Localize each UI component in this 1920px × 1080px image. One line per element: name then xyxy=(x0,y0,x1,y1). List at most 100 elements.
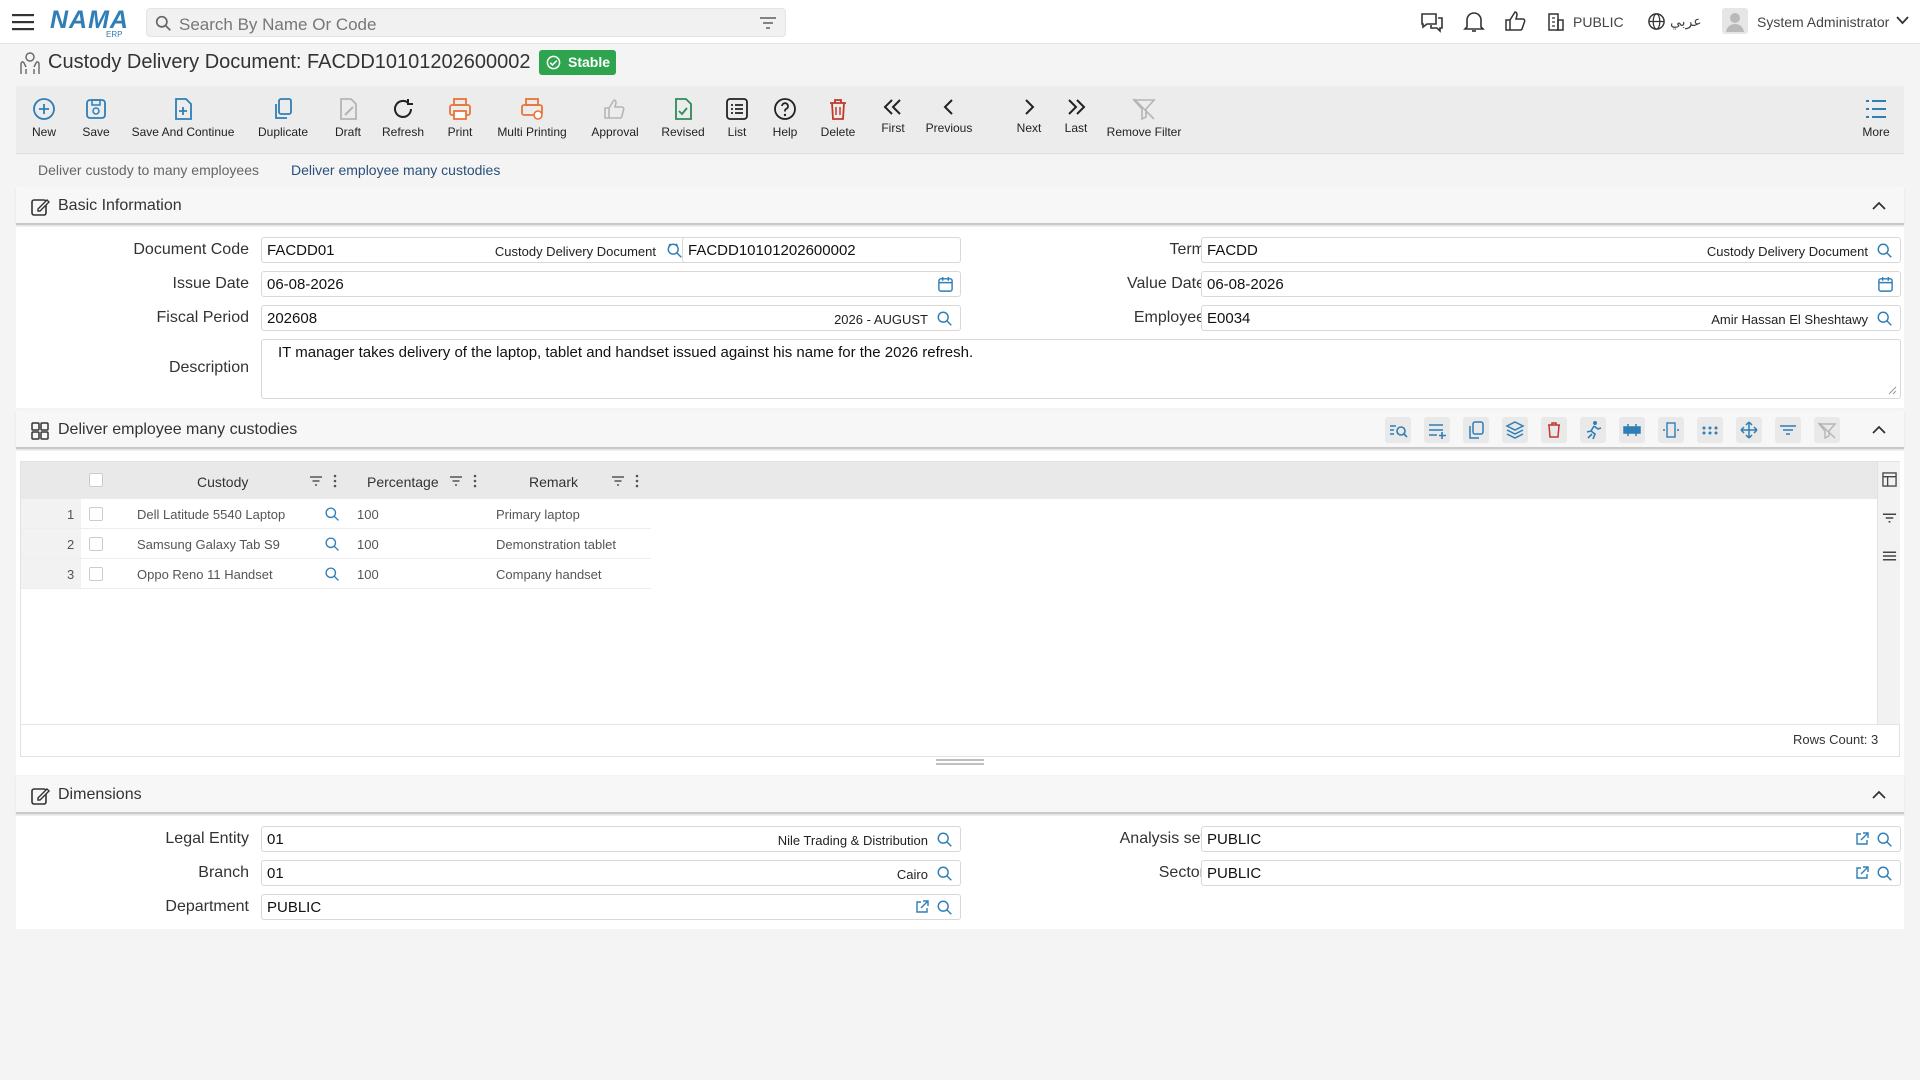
org-label[interactable]: PUBLIC xyxy=(1573,14,1624,30)
filters-panel-icon[interactable] xyxy=(1882,512,1897,524)
tab-deliver-custody-many-employees[interactable]: Deliver custody to many employees xyxy=(38,162,259,178)
add-row-icon[interactable] xyxy=(1423,416,1451,444)
help-button[interactable]: Help xyxy=(770,86,800,154)
list-button[interactable]: List xyxy=(722,86,752,154)
run-icon[interactable] xyxy=(1579,416,1607,444)
external-link-icon[interactable] xyxy=(1854,865,1870,881)
table-row[interactable]: 3 Oppo Reno 11 Handset 100 Company hands… xyxy=(21,559,651,589)
lookup-search-icon[interactable] xyxy=(936,865,954,883)
column-filter-icon[interactable] xyxy=(309,475,323,487)
percentage-cell[interactable]: 100 xyxy=(357,567,379,582)
column-filter-icon[interactable] xyxy=(449,475,463,487)
language-switch[interactable]: عربي xyxy=(1670,13,1702,30)
lookup-search-icon[interactable] xyxy=(936,831,954,849)
chevron-up-icon[interactable] xyxy=(1872,790,1886,799)
department-field[interactable]: PUBLIC xyxy=(261,894,961,920)
merge-cells-icon[interactable] xyxy=(1618,416,1646,444)
duplicate-button[interactable]: Duplicate xyxy=(254,86,312,154)
lookup-search-icon[interactable] xyxy=(936,310,954,328)
lookup-search-icon[interactable] xyxy=(1876,310,1894,328)
select-all-checkbox[interactable] xyxy=(89,473,103,487)
copy-row-icon[interactable] xyxy=(1462,416,1490,444)
column-header-custody[interactable]: Custody xyxy=(197,474,248,490)
move-icon[interactable] xyxy=(1735,416,1763,444)
thumbs-up-icon[interactable] xyxy=(1504,10,1526,32)
external-link-icon[interactable] xyxy=(914,899,930,915)
percentage-cell[interactable]: 100 xyxy=(357,507,379,522)
fiscal-period-field[interactable]: 202608 2026 - AUGUST xyxy=(261,305,961,331)
lookup-search-icon[interactable] xyxy=(1876,242,1894,260)
app-logo[interactable]: NAMA ERP xyxy=(48,4,134,40)
previous-button[interactable]: Previous xyxy=(924,86,974,154)
grid-search-icon[interactable] xyxy=(1384,416,1412,444)
custodies-grid-header[interactable]: Deliver employee many custodies xyxy=(16,411,1904,449)
print-button[interactable]: Print xyxy=(440,86,480,154)
dots-grid-icon[interactable] xyxy=(1696,416,1724,444)
row-checkbox[interactable] xyxy=(89,567,103,581)
lookup-search-icon[interactable] xyxy=(324,566,341,583)
tab-deliver-employee-many-custodies[interactable]: Deliver employee many custodies xyxy=(291,162,501,189)
column-header-remark[interactable]: Remark xyxy=(529,474,578,490)
user-name[interactable]: System Administrator xyxy=(1757,14,1889,30)
remark-cell[interactable]: Demonstration tablet xyxy=(496,537,616,552)
document-code-field[interactable]: FACDD01 Custody Delivery Document xyxy=(261,237,691,263)
columns-panel-icon[interactable] xyxy=(1882,472,1897,487)
column-menu-icon[interactable] xyxy=(333,474,337,488)
first-button[interactable]: First xyxy=(878,86,908,154)
avatar[interactable] xyxy=(1722,8,1748,34)
calendar-icon[interactable] xyxy=(937,276,954,293)
last-button[interactable]: Last xyxy=(1060,86,1092,154)
sector-field[interactable]: PUBLIC xyxy=(1201,860,1901,886)
clear-filter-icon[interactable] xyxy=(1813,416,1841,444)
chevron-up-icon[interactable] xyxy=(1872,201,1886,210)
employee-field[interactable]: E0034 Amir Hassan El Sheshtawy xyxy=(1201,305,1901,331)
save-button[interactable]: Save xyxy=(76,86,116,154)
grid-filter-icon[interactable] xyxy=(1774,416,1802,444)
percentage-cell[interactable]: 100 xyxy=(357,537,379,552)
next-button[interactable]: Next xyxy=(1012,86,1046,154)
custody-cell[interactable]: Samsung Galaxy Tab S9 xyxy=(137,537,280,552)
search-input[interactable]: Search By Name Or Code xyxy=(146,8,786,37)
remove-filter-button[interactable]: Remove Filter xyxy=(1094,86,1194,154)
legal-entity-field[interactable]: 01 Nile Trading & Distribution xyxy=(261,826,961,852)
refresh-button[interactable]: Refresh xyxy=(378,86,428,154)
chat-icon[interactable] xyxy=(1420,11,1444,33)
resize-grip-icon[interactable] xyxy=(936,759,984,766)
row-checkbox[interactable] xyxy=(89,537,103,551)
branch-field[interactable]: 01 Cairo xyxy=(261,860,961,886)
column-filter-icon[interactable] xyxy=(611,475,625,487)
term-field[interactable]: FACDD Custody Delivery Document xyxy=(1201,237,1901,263)
filter-icon[interactable] xyxy=(759,16,777,31)
issue-date-field[interactable]: 06-08-2026 xyxy=(261,271,961,297)
row-checkbox[interactable] xyxy=(89,507,103,521)
remark-cell[interactable]: Primary laptop xyxy=(496,507,580,522)
layers-icon[interactable] xyxy=(1501,416,1529,444)
lookup-search-icon[interactable] xyxy=(324,536,341,553)
multi-printing-button[interactable]: Multi Printing xyxy=(492,86,572,154)
column-menu-icon[interactable] xyxy=(473,474,477,488)
delete-row-icon[interactable] xyxy=(1540,416,1568,444)
remark-cell[interactable]: Company handset xyxy=(496,567,602,582)
draft-button[interactable]: Draft xyxy=(328,86,368,154)
custody-cell[interactable]: Dell Latitude 5540 Laptop xyxy=(137,507,285,522)
rows-panel-icon[interactable] xyxy=(1882,550,1897,562)
calendar-icon[interactable] xyxy=(1877,276,1894,293)
lookup-search-icon[interactable] xyxy=(936,899,954,917)
resize-handle-icon[interactable] xyxy=(1888,386,1897,395)
save-and-continue-button[interactable]: Save And Continue xyxy=(128,86,238,154)
more-button[interactable]: More xyxy=(1856,86,1896,154)
lookup-search-icon[interactable] xyxy=(1876,831,1894,849)
approval-button[interactable]: Approval xyxy=(586,86,644,154)
revised-button[interactable]: Revised xyxy=(658,86,708,154)
chevron-up-icon[interactable] xyxy=(1872,425,1886,434)
description-textarea[interactable]: IT manager takes delivery of the laptop,… xyxy=(261,339,1901,399)
value-date-field[interactable]: 06-08-2026 xyxy=(1201,271,1901,297)
column-header-percentage[interactable]: Percentage xyxy=(367,474,439,490)
column-menu-icon[interactable] xyxy=(635,474,639,488)
menu-icon[interactable] xyxy=(12,12,36,32)
delete-button[interactable]: Delete xyxy=(818,86,858,154)
chevron-down-icon[interactable] xyxy=(1896,16,1909,25)
dimensions-header[interactable]: Dimensions xyxy=(16,776,1904,814)
lookup-search-icon[interactable] xyxy=(1876,865,1894,883)
table-row[interactable]: 2 Samsung Galaxy Tab S9 100 Demonstratio… xyxy=(21,529,651,559)
